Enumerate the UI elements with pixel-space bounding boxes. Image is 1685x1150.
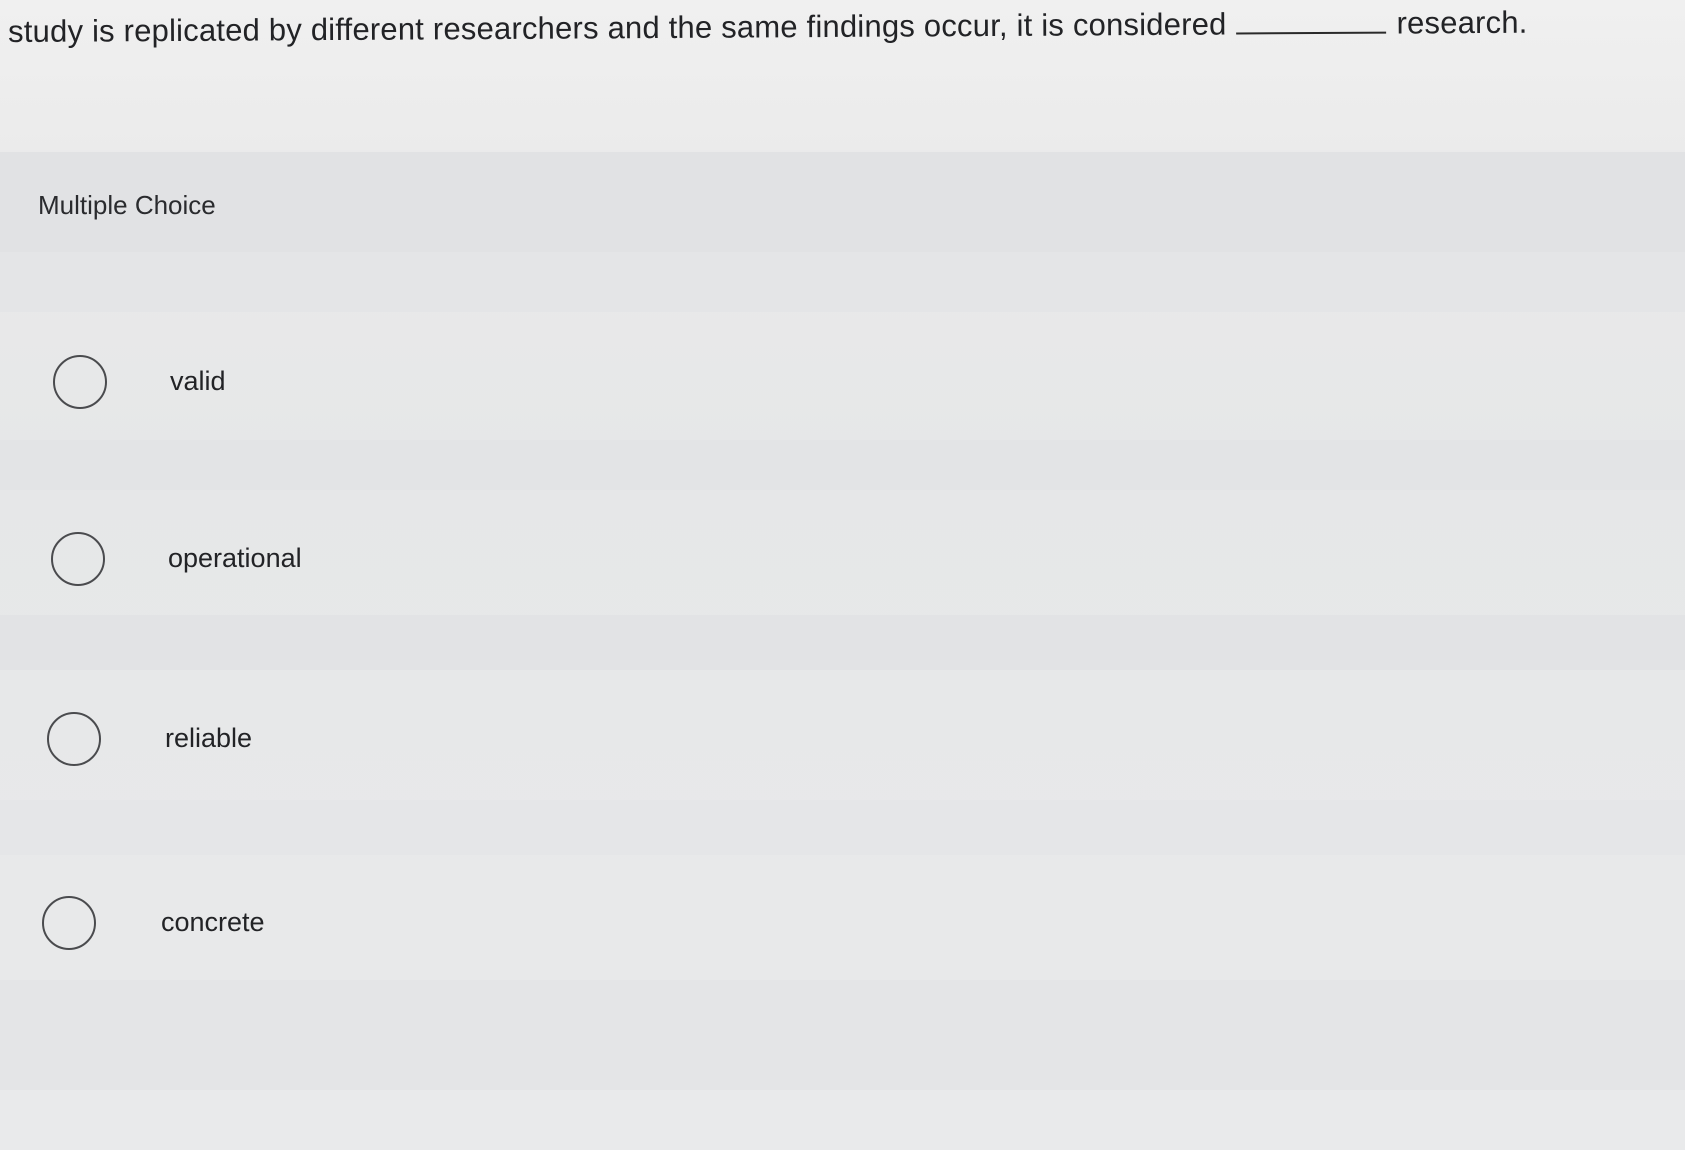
section-label: Multiple Choice xyxy=(38,190,216,220)
background-band xyxy=(0,440,1685,490)
question-text-before: study is replicated by different researc… xyxy=(8,6,1227,49)
section-header-band xyxy=(0,152,1685,252)
background-band xyxy=(0,980,1685,1090)
radio-button[interactable] xyxy=(53,355,107,409)
background-band xyxy=(0,615,1685,670)
choice-concrete[interactable]: concrete xyxy=(0,862,1685,982)
choice-label: operational xyxy=(168,543,302,573)
choice-label: concrete xyxy=(161,907,265,937)
choice-reliable[interactable]: reliable xyxy=(0,680,1685,800)
answer-blank xyxy=(1236,11,1387,35)
choice-operational[interactable]: operational xyxy=(0,500,1685,620)
question-prompt: study is replicated by different researc… xyxy=(8,5,1528,50)
choice-label: valid xyxy=(170,366,226,396)
choice-valid[interactable]: valid xyxy=(0,320,1685,440)
background-band xyxy=(0,800,1685,855)
question-area: study is replicated by different researc… xyxy=(0,0,1685,150)
choice-label: reliable xyxy=(165,723,253,753)
radio-button[interactable] xyxy=(47,712,101,766)
background-band xyxy=(0,252,1685,312)
radio-button[interactable] xyxy=(51,532,105,586)
radio-button[interactable] xyxy=(42,896,96,950)
question-text-after: research. xyxy=(1396,4,1528,41)
quiz-page: study is replicated by different researc… xyxy=(0,0,1685,1150)
